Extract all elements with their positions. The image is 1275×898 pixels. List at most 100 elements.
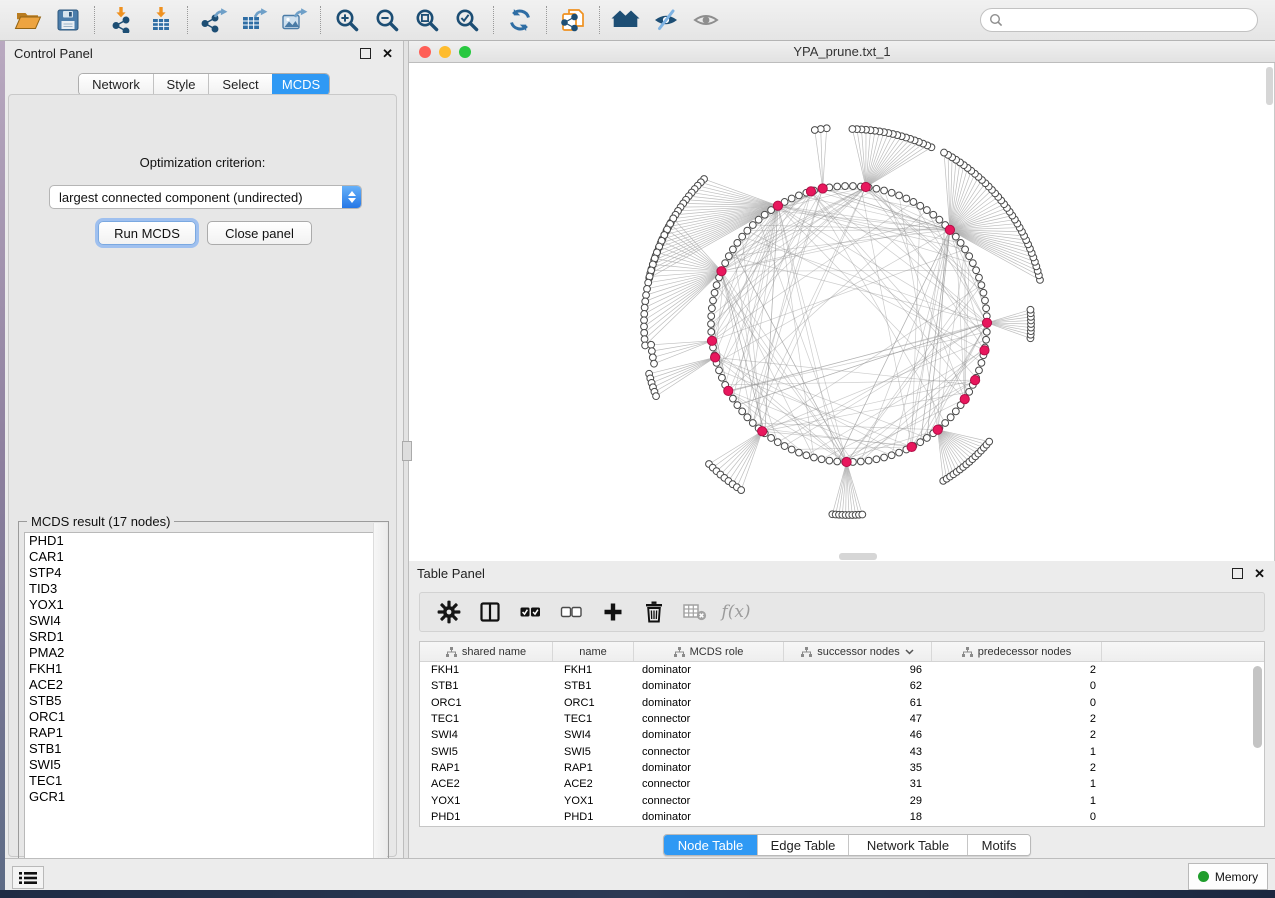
network-node[interactable] bbox=[917, 439, 924, 446]
network-satellite-node[interactable] bbox=[859, 511, 866, 518]
network-node[interactable] bbox=[803, 452, 810, 459]
network-satellite-node[interactable] bbox=[641, 317, 648, 324]
network-node[interactable] bbox=[708, 321, 715, 328]
network-node[interactable] bbox=[973, 267, 980, 274]
mcds-result-item[interactable]: TID3 bbox=[25, 581, 383, 597]
network-node[interactable] bbox=[983, 336, 990, 343]
network-node[interactable] bbox=[966, 388, 973, 395]
mcds-result-item[interactable]: SWI5 bbox=[25, 757, 383, 773]
network-node[interactable] bbox=[910, 199, 917, 206]
zoom-selected-icon[interactable] bbox=[447, 3, 487, 37]
network-satellite-node[interactable] bbox=[646, 273, 653, 280]
column-header-successor-nodes[interactable]: successor nodes bbox=[784, 642, 932, 661]
network-node[interactable] bbox=[983, 328, 990, 335]
network-satellite-node[interactable] bbox=[645, 279, 652, 286]
mcds-result-item[interactable]: STB1 bbox=[25, 741, 383, 757]
network-node[interactable] bbox=[788, 195, 795, 202]
import-network-icon[interactable] bbox=[101, 3, 141, 37]
splitter-grip[interactable] bbox=[402, 441, 412, 461]
network-node[interactable] bbox=[730, 395, 737, 402]
network-satellite-node[interactable] bbox=[644, 286, 651, 293]
close-icon[interactable]: ✕ bbox=[382, 47, 393, 60]
network-node[interactable] bbox=[865, 457, 872, 464]
float-icon[interactable] bbox=[1232, 568, 1243, 579]
mcds-result-item[interactable]: SRD1 bbox=[25, 629, 383, 645]
tab-node-table[interactable]: Node Table bbox=[664, 835, 757, 855]
tab-edge-table[interactable]: Edge Table bbox=[757, 835, 848, 855]
network-hub-node[interactable] bbox=[980, 346, 989, 355]
network-node[interactable] bbox=[739, 408, 746, 415]
network-hub-node[interactable] bbox=[960, 395, 969, 404]
network-hub-node[interactable] bbox=[710, 353, 719, 362]
table-row[interactable]: STB1STB1dominator620 bbox=[420, 678, 1264, 694]
deselect-all-icon[interactable] bbox=[555, 596, 589, 628]
zoom-out-icon[interactable] bbox=[367, 3, 407, 37]
network-node[interactable] bbox=[774, 439, 781, 446]
network-node[interactable] bbox=[713, 282, 720, 289]
network-hub-node[interactable] bbox=[758, 427, 767, 436]
save-icon[interactable] bbox=[48, 3, 88, 37]
network-hub-node[interactable] bbox=[861, 182, 870, 191]
import-table-icon[interactable] bbox=[141, 3, 181, 37]
tab-select[interactable]: Select bbox=[208, 74, 272, 95]
network-node[interactable] bbox=[761, 211, 768, 218]
network-node[interactable] bbox=[834, 183, 841, 190]
network-hub-node[interactable] bbox=[773, 201, 782, 210]
network-satellite-node[interactable] bbox=[641, 311, 648, 318]
network-node[interactable] bbox=[788, 446, 795, 453]
network-satellite-node[interactable] bbox=[648, 348, 655, 355]
network-node[interactable] bbox=[881, 187, 888, 194]
mcds-result-item[interactable]: PMA2 bbox=[25, 645, 383, 661]
network-node[interactable] bbox=[749, 222, 756, 229]
network-satellite-node[interactable] bbox=[653, 393, 660, 400]
network-node[interactable] bbox=[755, 216, 762, 223]
table-row[interactable]: SWI5SWI5connector431 bbox=[420, 743, 1264, 759]
network-satellite-node[interactable] bbox=[849, 126, 856, 133]
zoom-fit-icon[interactable] bbox=[407, 3, 447, 37]
network-satellite-node[interactable] bbox=[1027, 306, 1034, 313]
network-node[interactable] bbox=[811, 454, 818, 461]
column-header-predecessor-nodes[interactable]: predecessor nodes bbox=[932, 642, 1102, 661]
network-node[interactable] bbox=[834, 458, 841, 465]
tab-motifs[interactable]: Motifs bbox=[967, 835, 1030, 855]
network-node[interactable] bbox=[708, 313, 715, 320]
network-node[interactable] bbox=[873, 185, 880, 192]
network-node[interactable] bbox=[749, 420, 756, 427]
mcds-list-scrollbar[interactable] bbox=[373, 523, 387, 880]
network-node[interactable] bbox=[947, 414, 954, 421]
refresh-icon[interactable] bbox=[500, 3, 540, 37]
network-node[interactable] bbox=[744, 414, 751, 421]
network-node[interactable] bbox=[725, 253, 732, 260]
network-node[interactable] bbox=[896, 192, 903, 199]
network-node[interactable] bbox=[969, 260, 976, 267]
network-node[interactable] bbox=[976, 274, 983, 281]
network-hub-node[interactable] bbox=[970, 376, 979, 385]
open-folder-icon[interactable] bbox=[8, 3, 48, 37]
network-node[interactable] bbox=[734, 402, 741, 409]
network-node[interactable] bbox=[708, 328, 715, 335]
mcds-result-item[interactable]: RAP1 bbox=[25, 725, 383, 741]
network-node[interactable] bbox=[718, 374, 725, 381]
network-node[interactable] bbox=[711, 289, 718, 296]
network-satellite-node[interactable] bbox=[648, 341, 655, 348]
network-node[interactable] bbox=[873, 456, 880, 463]
tab-network[interactable]: Network bbox=[79, 74, 153, 95]
zoom-in-icon[interactable] bbox=[327, 3, 367, 37]
network-node[interactable] bbox=[730, 246, 737, 253]
network-satellite-node[interactable] bbox=[641, 304, 648, 311]
network-node[interactable] bbox=[744, 227, 751, 234]
network-node[interactable] bbox=[957, 239, 964, 246]
select-all-icon[interactable] bbox=[514, 596, 548, 628]
network-satellite-node[interactable] bbox=[986, 438, 993, 445]
gear-icon[interactable] bbox=[432, 596, 466, 628]
network-node[interactable] bbox=[818, 456, 825, 463]
network-node[interactable] bbox=[768, 435, 775, 442]
network-node[interactable] bbox=[936, 216, 943, 223]
network-node[interactable] bbox=[734, 239, 741, 246]
network-node[interactable] bbox=[842, 183, 849, 190]
network-satellite-node[interactable] bbox=[738, 487, 745, 494]
mcds-result-item[interactable]: FKH1 bbox=[25, 661, 383, 677]
network-node[interactable] bbox=[942, 420, 949, 427]
network-node[interactable] bbox=[739, 233, 746, 240]
tab-style[interactable]: Style bbox=[153, 74, 208, 95]
